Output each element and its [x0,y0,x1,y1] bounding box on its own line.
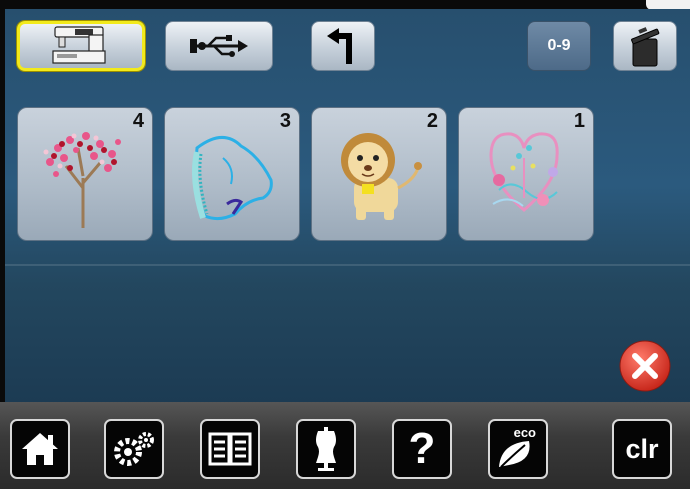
eco-button[interactable]: eco [488,419,548,479]
lion-cub-image [341,133,422,220]
eco-label: eco [513,425,536,440]
close-button[interactable] [618,339,672,393]
back-button[interactable] [311,21,375,71]
book-icon [208,432,252,466]
numeric-search-button[interactable]: 0-9 [527,21,591,71]
numeric-label: 0-9 [547,37,571,54]
main-panel: 0-9 4 3 2 1 [5,9,690,402]
setup-button[interactable] [104,419,164,479]
gears-icon [114,432,154,466]
bottom-function-bar: ? eco clr [0,402,690,489]
home-button[interactable] [10,419,70,479]
cherry-blossom-tree-image [43,132,121,228]
delete-button[interactable] [613,21,677,71]
help-label: ? [408,424,436,473]
home-icon [22,433,58,465]
tutorial-button[interactable] [200,419,260,479]
usb-memory-button[interactable] [165,21,273,71]
dress-form-icon [316,427,336,471]
design-tile[interactable]: 4 [17,107,153,241]
usb-icon [190,35,248,57]
design-tile[interactable]: 1 [458,107,594,241]
embroidery-memory-screen: 0-9 4 3 2 1 ? eco clr [0,0,690,489]
help-button[interactable]: ? [392,419,452,479]
clear-button[interactable]: clr [612,419,672,479]
floral-heart-image [489,132,559,212]
machine-memory-button[interactable] [17,21,145,71]
close-icon [619,340,671,392]
back-arrow-icon [327,28,352,64]
trash-icon [631,27,660,67]
blue-dolphin-image [192,136,273,221]
advisor-button[interactable] [296,419,356,479]
clear-label: clr [625,433,659,464]
design-tile[interactable]: 3 [164,107,300,241]
design-tile[interactable]: 2 [311,107,447,241]
machine-icon [52,26,106,64]
